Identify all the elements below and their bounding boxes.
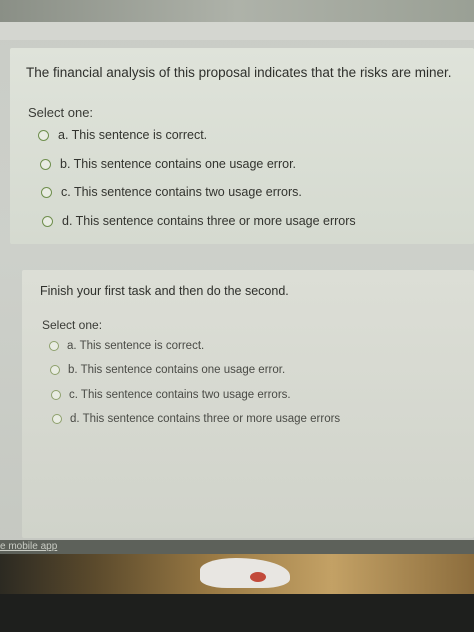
radio-circle-icon[interactable]	[52, 414, 62, 424]
question-1-option-d[interactable]: d. This sentence contains three or more …	[42, 214, 356, 228]
option-label: b. This sentence contains one usage erro…	[68, 364, 286, 376]
question-1-option-a[interactable]: a. This sentence is correct.	[38, 128, 207, 142]
radio-circle-icon[interactable]	[42, 215, 53, 227]
question-1-text: The financial analysis of this proposal …	[26, 65, 452, 80]
question-1-option-b[interactable]: b. This sentence contains one usage erro…	[40, 157, 296, 171]
wallpaper-logo-icon	[250, 572, 266, 582]
top-band	[0, 22, 474, 40]
option-label: c. This sentence contains two usage erro…	[61, 185, 302, 199]
question-card-2: Finish your first task and then do the s…	[22, 270, 474, 538]
option-label: c. This sentence contains two usage erro…	[69, 389, 291, 401]
question-2-select-label: Select one:	[42, 318, 103, 332]
radio-circle-icon[interactable]	[40, 158, 51, 170]
radio-circle-icon[interactable]	[49, 341, 59, 351]
option-label: a. This sentence is correct.	[58, 128, 208, 142]
footer-bar	[0, 540, 474, 554]
top-strip	[0, 0, 474, 22]
radio-circle-icon[interactable]	[38, 129, 49, 141]
question-2-option-a[interactable]: a. This sentence is correct.	[49, 340, 204, 352]
question-card-1: The financial analysis of this proposal …	[10, 48, 474, 244]
radio-circle-icon[interactable]	[41, 186, 52, 198]
monitor-bezel	[0, 594, 474, 632]
question-1-select-label: Select one:	[28, 105, 94, 120]
mobile-app-link[interactable]: e mobile app	[0, 541, 57, 552]
option-label: d. This sentence contains three or more …	[70, 413, 341, 425]
question-2-text: Finish your first task and then do the s…	[40, 284, 289, 298]
question-1-option-c[interactable]: c. This sentence contains two usage erro…	[41, 185, 302, 199]
screen: The financial analysis of this proposal …	[0, 0, 474, 632]
question-2-option-c[interactable]: c. This sentence contains two usage erro…	[51, 389, 291, 401]
option-label: b. This sentence contains one usage erro…	[60, 157, 297, 171]
question-2-option-b[interactable]: b. This sentence contains one usage erro…	[50, 364, 285, 376]
option-label: d. This sentence contains three or more …	[62, 214, 356, 228]
radio-circle-icon[interactable]	[50, 365, 60, 375]
question-2-option-d[interactable]: d. This sentence contains three or more …	[52, 413, 340, 425]
radio-circle-icon[interactable]	[51, 390, 61, 400]
option-label: a. This sentence is correct.	[67, 340, 205, 352]
